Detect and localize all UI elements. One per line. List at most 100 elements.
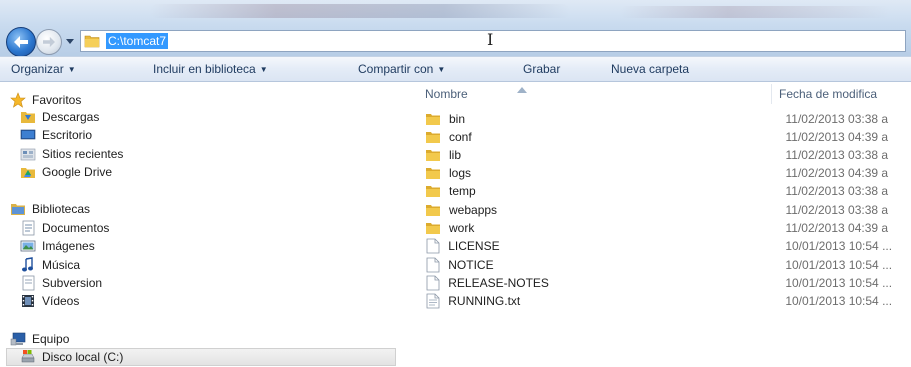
text-cursor-icon: I — [487, 30, 494, 49]
burn-label: Grabar — [523, 62, 561, 76]
nav-item-musica[interactable]: Música — [20, 256, 80, 274]
folder-icon — [425, 220, 441, 236]
file-row[interactable]: LICENSE 10/01/2013 10:54 ... — [425, 237, 911, 255]
file-row[interactable]: work 11/02/2013 04:39 a — [425, 219, 911, 237]
folder-icon — [425, 147, 441, 163]
nav-libraries-label: Bibliotecas — [32, 202, 91, 216]
folder-icon — [425, 165, 441, 181]
nav-item-sitios-recientes[interactable]: Sitios recientes — [20, 145, 123, 163]
file-name: logs — [449, 166, 472, 180]
arrow-left-icon — [14, 36, 28, 48]
organize-label: Organizar — [11, 62, 64, 76]
file-name: LICENSE — [448, 239, 500, 253]
google-drive-icon — [20, 164, 36, 180]
hard-drive-icon — [20, 349, 36, 365]
nav-item-label: Descargas — [42, 110, 100, 124]
column-separator[interactable] — [771, 84, 772, 104]
file-row[interactable]: NOTICE 10/01/2013 10:54 ... — [425, 256, 911, 274]
nav-item-label: Google Drive — [42, 165, 113, 179]
column-header-name[interactable]: Nombre — [425, 87, 468, 101]
file-name: bin — [449, 112, 466, 126]
folder-icon — [84, 33, 102, 49]
file-row[interactable]: conf 11/02/2013 04:39 a — [425, 128, 911, 146]
nav-item-label: Música — [42, 258, 81, 272]
file-date: 10/01/2013 10:54 ... — [785, 239, 893, 253]
nav-item-escritorio[interactable]: Escritorio — [20, 126, 92, 144]
address-path[interactable]: C:\tomcat7 — [106, 33, 169, 49]
nav-item-imagenes[interactable]: Imágenes — [20, 237, 95, 255]
burn-button[interactable]: Grabar — [523, 62, 560, 76]
file-name: lib — [449, 148, 462, 162]
libraries-icon — [10, 201, 26, 217]
file-icon — [425, 275, 440, 291]
column-header-modified[interactable]: Fecha de modifica — [779, 87, 877, 101]
pictures-icon — [20, 238, 36, 254]
nav-item-local-disk[interactable]: Disco local (C:) — [6, 348, 396, 366]
include-library-label: Incluir en biblioteca — [153, 62, 256, 76]
file-date: 11/02/2013 03:38 a — [785, 184, 889, 198]
new-folder-button[interactable]: Nueva carpeta — [611, 62, 689, 76]
nav-item-label: Escritorio — [42, 128, 93, 142]
chevron-down-icon — [66, 38, 74, 44]
organize-menu[interactable]: Organizar ▼ — [11, 62, 76, 76]
nav-item-documentos[interactable]: Documentos — [20, 219, 109, 237]
file-name: webapps — [449, 203, 498, 217]
nav-computer[interactable]: Equipo — [10, 330, 69, 348]
nav-item-label: Disco local (C:) — [42, 350, 124, 364]
file-row[interactable]: lib 11/02/2013 03:38 a — [425, 146, 911, 164]
include-library-menu[interactable]: Incluir en biblioteca ▼ — [153, 62, 268, 76]
file-name: conf — [449, 130, 472, 144]
file-date: 10/01/2013 10:54 ... — [785, 294, 893, 308]
nav-item-label: Imágenes — [42, 239, 95, 253]
file-name: NOTICE — [448, 258, 494, 272]
nav-item-label: Vídeos — [42, 294, 80, 308]
file-date: 11/02/2013 03:38 a — [785, 112, 889, 126]
recent-places-icon — [20, 146, 36, 162]
nav-item-descargas[interactable]: Descargas — [20, 108, 99, 126]
nav-item-label: Subversion — [42, 276, 103, 290]
column-header-modified-label: Fecha de modifica — [779, 87, 878, 101]
nav-item-label: Documentos — [42, 221, 110, 235]
nav-libraries[interactable]: Bibliotecas — [10, 200, 90, 218]
documents-icon — [20, 220, 36, 236]
file-date: 10/01/2013 10:54 ... — [785, 258, 893, 272]
folder-icon — [425, 129, 441, 145]
file-row[interactable]: logs 11/02/2013 04:39 a — [425, 164, 911, 182]
file-date: 11/02/2013 04:39 a — [785, 166, 889, 180]
file-row[interactable]: RELEASE-NOTES 10/01/2013 10:54 ... — [425, 274, 911, 292]
file-row[interactable]: bin 11/02/2013 03:38 a — [425, 110, 911, 128]
computer-icon — [10, 331, 26, 347]
film-icon — [20, 293, 36, 309]
command-bar: Organizar ▼ Incluir en biblioteca ▼ Compar… — [0, 56, 911, 82]
file-date: 11/02/2013 04:39 a — [785, 221, 889, 235]
nav-item-label: Sitios recientes — [42, 147, 124, 161]
file-name: RELEASE-NOTES — [448, 276, 549, 290]
folder-icon — [425, 111, 441, 127]
forward-button[interactable] — [36, 29, 62, 55]
file-row[interactable]: temp 11/02/2013 03:38 a — [425, 182, 911, 200]
nav-item-google-drive[interactable]: Google Drive — [20, 163, 112, 181]
nav-favorites[interactable]: Favoritos — [10, 91, 81, 109]
text-file-icon — [425, 293, 440, 309]
file-row[interactable]: RUNNING.txt 10/01/2013 10:54 ... — [425, 292, 911, 310]
file-row[interactable]: webapps 11/02/2013 03:38 a — [425, 201, 911, 219]
share-with-menu[interactable]: Compartir con ▼ — [358, 62, 445, 76]
file-date: 10/01/2013 10:54 ... — [785, 276, 893, 290]
nav-favorites-label: Favoritos — [32, 93, 82, 107]
back-button[interactable] — [6, 27, 36, 57]
sort-ascending-icon — [517, 82, 527, 93]
share-with-label: Compartir con — [358, 62, 434, 76]
star-icon — [10, 92, 26, 108]
file-name: RUNNING.txt — [448, 294, 521, 308]
chevron-down-icon: ▼ — [67, 65, 76, 74]
chevron-down-icon: ▼ — [437, 65, 446, 74]
file-icon — [425, 238, 440, 254]
file-name: temp — [449, 184, 476, 198]
file-date: 11/02/2013 04:39 a — [785, 130, 889, 144]
recent-pages-dropdown[interactable] — [64, 35, 76, 47]
file-date: 11/02/2013 03:38 a — [785, 203, 889, 217]
desktop-icon — [20, 127, 36, 143]
nav-item-videos[interactable]: Vídeos — [20, 292, 79, 310]
downloads-icon — [20, 109, 36, 125]
nav-item-subversion[interactable]: Subversion — [20, 274, 102, 292]
